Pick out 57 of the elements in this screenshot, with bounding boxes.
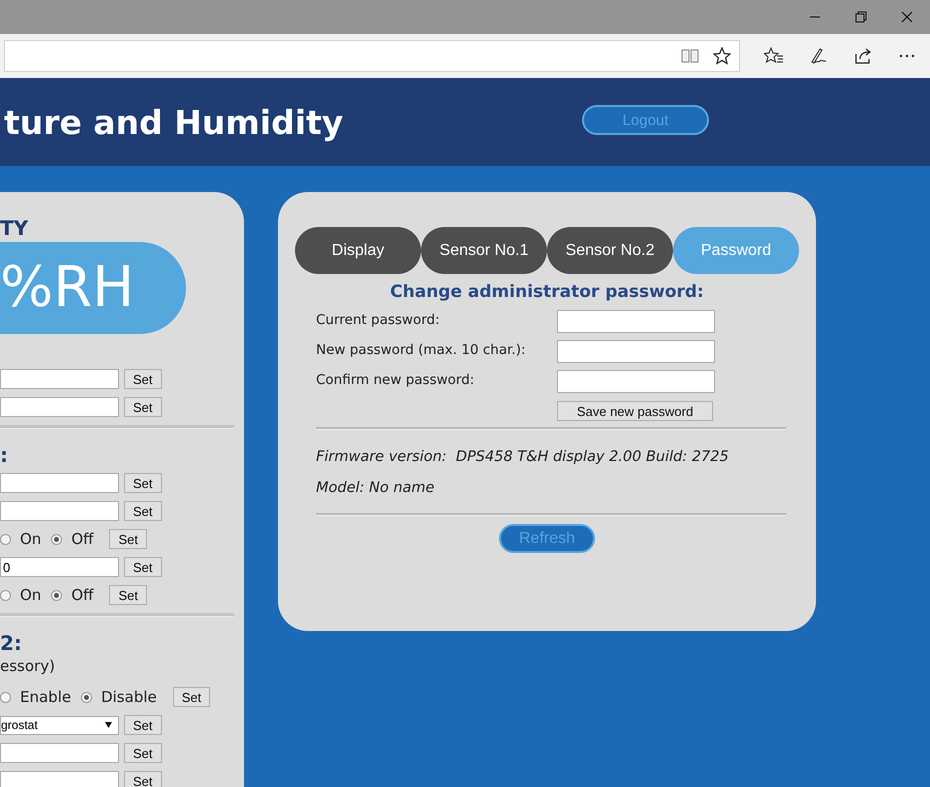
address-field[interactable] bbox=[4, 40, 740, 72]
section-heading: : bbox=[0, 443, 9, 467]
book-icon[interactable] bbox=[681, 48, 699, 64]
radio-label: Disable bbox=[101, 688, 157, 706]
caret-icon bbox=[105, 722, 112, 728]
tab[interactable]: Sensor No.1 bbox=[421, 227, 547, 274]
radio-label: Off bbox=[71, 530, 94, 548]
section-heading: TY bbox=[0, 216, 30, 240]
set-button[interactable]: Set bbox=[124, 501, 162, 521]
set-button[interactable]: Set bbox=[124, 743, 162, 763]
input-field[interactable] bbox=[0, 771, 119, 787]
radio-button[interactable] bbox=[0, 534, 11, 544]
favorites-icon[interactable] bbox=[764, 47, 784, 65]
firmware-text: Firmware version: DPS458 T&H display 2.00 Build: 2725 bbox=[316, 449, 730, 465]
field-label: Current password: bbox=[316, 311, 441, 330]
radio-button[interactable] bbox=[0, 692, 11, 702]
pen-icon[interactable] bbox=[809, 47, 829, 65]
section-subtitle: essory) bbox=[0, 657, 56, 675]
radio-button[interactable] bbox=[0, 590, 11, 600]
set-button[interactable]: Set bbox=[109, 585, 147, 605]
radio-button[interactable] bbox=[51, 590, 62, 600]
radio-button[interactable] bbox=[51, 534, 62, 544]
radio-label: On bbox=[20, 586, 42, 604]
save-button[interactable]: Save new password bbox=[557, 401, 713, 421]
star-icon[interactable] bbox=[713, 47, 731, 65]
input-field[interactable] bbox=[0, 743, 119, 763]
field-label: Confirm new password: bbox=[316, 371, 476, 390]
input-field[interactable] bbox=[0, 473, 119, 493]
tab[interactable]: Display bbox=[295, 227, 421, 274]
radio-label: On bbox=[20, 530, 42, 548]
set-button[interactable]: Set bbox=[124, 369, 162, 389]
form-heading: Change administrator password: bbox=[389, 282, 705, 302]
radio-label: Off bbox=[71, 586, 94, 604]
model-text: Model: No name bbox=[316, 480, 436, 496]
more-icon[interactable] bbox=[899, 53, 915, 59]
set-button[interactable]: Set bbox=[124, 771, 162, 787]
set-button[interactable]: Set bbox=[109, 529, 147, 549]
radio-label: Enable bbox=[20, 688, 72, 706]
field-label: New password (max. 10 char.): bbox=[316, 341, 527, 360]
set-button[interactable]: Set bbox=[124, 397, 162, 417]
set-button[interactable]: Set bbox=[124, 715, 162, 735]
password-field[interactable] bbox=[557, 370, 715, 393]
section-heading: 2: bbox=[0, 631, 23, 655]
dropdown[interactable]: grostat bbox=[0, 716, 119, 734]
humidity-reading: %RH bbox=[0, 242, 186, 334]
set-button[interactable]: Set bbox=[124, 473, 162, 493]
input-field[interactable]: 0 bbox=[0, 557, 119, 577]
radio-button[interactable] bbox=[81, 692, 92, 702]
input-field[interactable] bbox=[0, 501, 119, 521]
tab[interactable]: Sensor No.2 bbox=[547, 227, 673, 274]
password-field[interactable] bbox=[557, 340, 715, 363]
set-button[interactable]: Set bbox=[124, 557, 162, 577]
input-field[interactable] bbox=[0, 397, 119, 417]
page-title: ture and Humidity bbox=[4, 102, 344, 142]
input-field[interactable] bbox=[0, 369, 119, 389]
password-field[interactable] bbox=[557, 310, 715, 333]
set-button[interactable]: Set bbox=[172, 687, 210, 707]
